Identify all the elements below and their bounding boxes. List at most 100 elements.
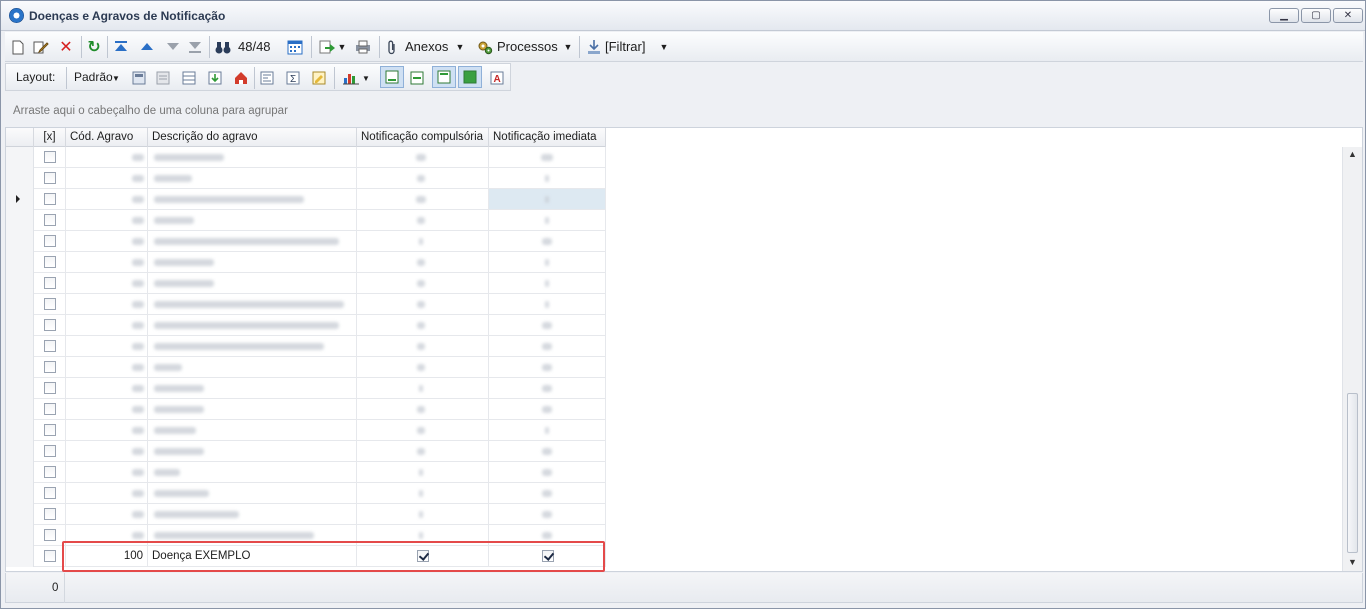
row-select-checkbox[interactable] [44, 487, 56, 499]
column-header-code[interactable]: Cód. Agravo [66, 128, 148, 147]
select-cell[interactable] [34, 147, 66, 168]
table-row[interactable] [6, 147, 606, 168]
select-cell[interactable] [34, 315, 66, 336]
table-row[interactable] [6, 504, 606, 525]
select-cell[interactable] [34, 336, 66, 357]
table-row[interactable] [6, 210, 606, 231]
group-panel[interactable]: Arraste aqui o cabeçalho de uma coluna p… [5, 93, 1363, 127]
table-row[interactable] [6, 294, 606, 315]
table-row[interactable] [6, 441, 606, 462]
export-dropdown-icon[interactable]: ▼ [337, 38, 347, 56]
attachments-button[interactable]: Anexos [405, 39, 448, 54]
chart-dropdown-icon[interactable]: ▼ [362, 69, 370, 87]
row-select-checkbox[interactable] [44, 235, 56, 247]
minimize-button[interactable]: ▁ [1269, 8, 1299, 23]
delete-icon[interactable]: ✕ [57, 38, 75, 56]
row-select-checkbox[interactable] [44, 466, 56, 478]
row-select-checkbox[interactable] [44, 508, 56, 520]
row-select-checkbox[interactable] [44, 193, 56, 205]
select-cell[interactable] [34, 357, 66, 378]
highlight-icon[interactable] [310, 69, 328, 87]
layout-copy-icon[interactable] [154, 69, 172, 87]
next-record-icon[interactable] [165, 38, 181, 56]
new-document-icon[interactable] [9, 38, 27, 56]
attachments-dropdown-icon[interactable]: ▼ [455, 38, 465, 56]
table-row[interactable] [6, 315, 606, 336]
column-header-immediate[interactable]: Notificação imediata [489, 128, 606, 147]
table-row[interactable] [6, 336, 606, 357]
gears-icon[interactable] [475, 38, 495, 56]
filter-dropdown-icon[interactable]: ▼ [659, 38, 669, 56]
filter-button[interactable]: [Filtrar] [605, 39, 645, 54]
row-select-checkbox[interactable] [44, 403, 56, 415]
table-row[interactable] [6, 231, 606, 252]
layout-import-icon[interactable] [206, 69, 224, 87]
row-select-checkbox[interactable] [44, 424, 56, 436]
row-select-checkbox[interactable] [44, 319, 56, 331]
column-header-compulsory[interactable]: Notificação compulsória [357, 128, 489, 147]
table-row[interactable] [6, 462, 606, 483]
view-header-icon[interactable] [432, 66, 456, 88]
sum-icon[interactable]: Σ [284, 69, 302, 87]
select-cell[interactable] [34, 504, 66, 525]
layout-preset-dropdown-icon[interactable]: ▼ [112, 69, 120, 87]
layout-columns-icon[interactable] [180, 69, 198, 87]
row-select-checkbox[interactable] [44, 550, 56, 562]
refresh-icon[interactable]: ↻ [85, 38, 103, 56]
scroll-down-icon[interactable]: ▼ [1348, 557, 1357, 567]
row-select-checkbox[interactable] [44, 361, 56, 373]
view-grid-icon[interactable] [380, 66, 404, 88]
select-cell[interactable] [34, 273, 66, 294]
maximize-button[interactable]: ▢ [1301, 8, 1331, 23]
layout-home-icon[interactable] [232, 69, 250, 87]
table-row[interactable] [6, 357, 606, 378]
select-cell[interactable] [34, 210, 66, 231]
table-row[interactable] [6, 420, 606, 441]
select-cell[interactable] [34, 399, 66, 420]
view-full-icon[interactable] [458, 66, 482, 88]
group-panel-icon[interactable] [258, 69, 276, 87]
previous-record-icon[interactable] [139, 38, 155, 56]
row-select-checkbox[interactable] [44, 256, 56, 268]
table-row[interactable] [6, 189, 606, 210]
chart-icon[interactable] [340, 69, 362, 87]
table-row[interactable] [6, 168, 606, 189]
font-icon[interactable]: A [488, 69, 506, 87]
scroll-up-icon[interactable]: ▲ [1348, 149, 1357, 159]
table-row[interactable] [6, 399, 606, 420]
row-select-checkbox[interactable] [44, 382, 56, 394]
print-icon[interactable] [353, 38, 373, 56]
layout-preset-select[interactable]: Padrão [74, 70, 113, 84]
table-row[interactable] [6, 378, 606, 399]
select-cell[interactable] [34, 189, 66, 210]
layout-save-icon[interactable] [130, 69, 148, 87]
select-cell[interactable] [34, 231, 66, 252]
binoculars-icon[interactable] [213, 38, 233, 56]
edit-icon[interactable] [31, 38, 51, 56]
table-row[interactable] [6, 483, 606, 504]
view-list-icon[interactable] [408, 69, 426, 87]
processes-button[interactable]: Processos [497, 39, 558, 54]
first-record-icon[interactable] [113, 38, 129, 56]
row-select-checkbox[interactable] [44, 529, 56, 541]
vertical-scrollbar[interactable]: ▲ ▼ [1342, 147, 1362, 571]
select-cell[interactable] [34, 462, 66, 483]
column-header-select[interactable]: [x] [34, 128, 66, 147]
row-select-checkbox[interactable] [44, 445, 56, 457]
select-cell[interactable] [34, 441, 66, 462]
row-select-checkbox[interactable] [44, 214, 56, 226]
export-icon[interactable] [317, 38, 337, 56]
select-cell[interactable] [34, 378, 66, 399]
table-row[interactable] [6, 252, 606, 273]
select-cell[interactable] [34, 420, 66, 441]
column-header-description[interactable]: Descrição do agravo [148, 128, 357, 147]
scroll-thumb[interactable] [1347, 393, 1358, 553]
table-row[interactable] [6, 273, 606, 294]
paperclip-icon[interactable] [383, 38, 401, 56]
select-cell[interactable] [34, 294, 66, 315]
filter-icon[interactable] [585, 38, 603, 56]
row-select-checkbox[interactable] [44, 172, 56, 184]
processes-dropdown-icon[interactable]: ▼ [563, 38, 573, 56]
select-cell[interactable] [34, 483, 66, 504]
row-select-checkbox[interactable] [44, 277, 56, 289]
